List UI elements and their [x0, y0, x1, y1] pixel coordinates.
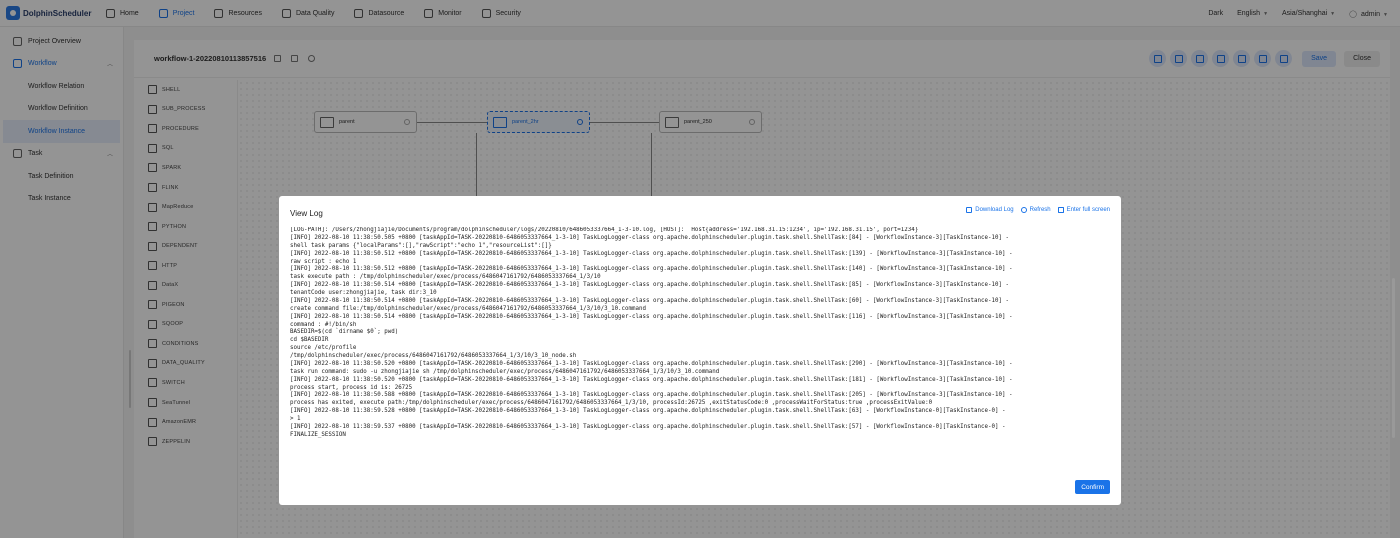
log-line: task run command: sudo -u zhongjiajie sh…: [290, 368, 720, 375]
log-line: [INFO] 2022-08-10 11:38:50.512 +0800 [ta…: [290, 266, 1013, 273]
log-line: command : #!/bin/sh: [290, 321, 357, 328]
refresh-label: Refresh: [1029, 207, 1051, 213]
fullscreen-icon: [1057, 207, 1064, 213]
log-line: BASEDIR=$(cd `dirname $0`; pwd): [290, 329, 399, 336]
log-line: process start, process id is: 26725: [290, 384, 413, 391]
log-line: process has exited, execute path:/tmp/do…: [290, 400, 933, 407]
log-line: [LOG-PATH]: /Users/zhongjiajie/Documents…: [290, 227, 919, 233]
log-line: /tmp/dolphinscheduler/exec/process/64860…: [290, 353, 577, 359]
download-log-button[interactable]: Download Log: [966, 207, 1014, 213]
log-line: [INFO] 2022-08-10 11:38:50.520 +0800 [ta…: [290, 376, 1013, 383]
dialog-header: View Log Download Log Refresh Enter full…: [290, 206, 1110, 220]
log-line: [INFO] 2022-08-10 11:38:50.505 +0800 [ta…: [290, 234, 1009, 241]
confirm-button[interactable]: Confirm: [1075, 480, 1110, 494]
dialog-title: View Log: [290, 208, 323, 218]
log-line: task execute path : /tmp/dolphinschedule…: [290, 274, 601, 281]
log-line: FINALIZE_SESSION: [290, 431, 346, 438]
page-scrollbar[interactable]: [1392, 278, 1395, 438]
log-line: [INFO] 2022-08-10 11:38:50.520 +0800 [ta…: [290, 360, 1013, 367]
log-line: create command file:/tmp/dolphinschedule…: [290, 305, 646, 312]
log-line: [INFO] 2022-08-10 11:38:50.588 +0800 [ta…: [290, 392, 1013, 399]
dialog-actions: Download Log Refresh Enter full screen: [966, 207, 1110, 213]
download-icon: [966, 207, 973, 213]
download-log-label: Download Log: [975, 207, 1014, 213]
log-line: tenantCode user:zhongjiajie, task dir:3_…: [290, 290, 437, 296]
log-line: [INFO] 2022-08-10 11:38:50.514 +0800 [ta…: [290, 313, 1013, 320]
fullscreen-label: Enter full screen: [1066, 207, 1110, 213]
sidebar-scrollbar[interactable]: [129, 350, 131, 408]
refresh-button[interactable]: Refresh: [1020, 207, 1051, 213]
refresh-icon: [1020, 207, 1027, 213]
log-line: raw script : echo 1: [290, 258, 357, 265]
log-line: source /etc/profile: [290, 345, 357, 352]
log-line: [INFO] 2022-08-10 11:38:59.537 +0800 [ta…: [290, 423, 1006, 430]
log-line: [INFO] 2022-08-10 11:38:50.514 +0800 [ta…: [290, 282, 1009, 289]
log-line: [INFO] 2022-08-10 11:38:50.512 +0800 [ta…: [290, 250, 1013, 257]
log-line: > 1: [290, 416, 301, 422]
log-content[interactable]: [LOG-PATH]: /Users/zhongjiajie/Documents…: [290, 227, 1110, 452]
log-line: shell task params {"localParams":[],"raw…: [290, 242, 552, 249]
log-line: cd $BASEDIR: [290, 337, 329, 344]
view-log-dialog: View Log Download Log Refresh Enter full…: [279, 196, 1121, 505]
log-line: [INFO] 2022-08-10 11:38:59.528 +0800 [ta…: [290, 408, 1006, 415]
fullscreen-button[interactable]: Enter full screen: [1057, 207, 1110, 213]
log-line: [INFO] 2022-08-10 11:38:50.514 +0800 [ta…: [290, 297, 1009, 304]
